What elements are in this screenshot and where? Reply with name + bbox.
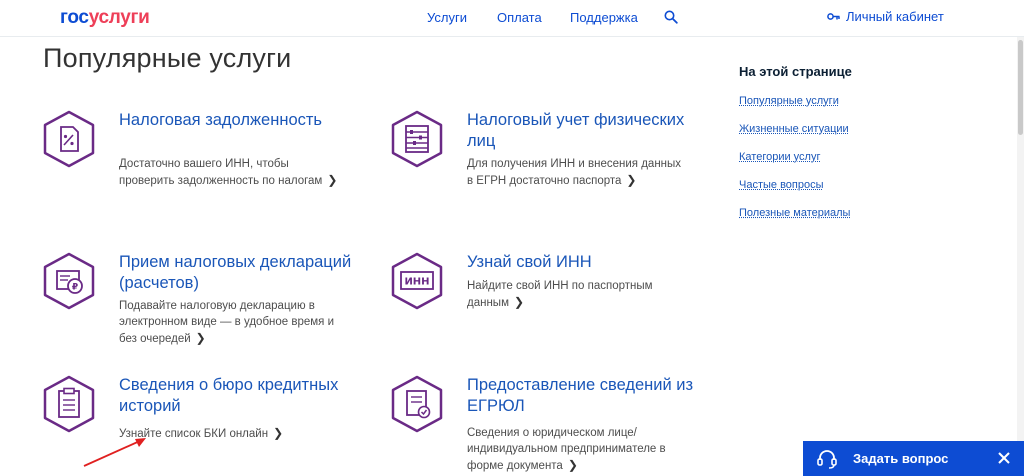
nav-payment[interactable]: Оплата — [497, 10, 542, 25]
card-description: Найдите свой ИНН по паспортным данным ❯ — [467, 278, 687, 311]
ask-question-widget[interactable]: Задать вопрос — [803, 441, 1024, 476]
card-title[interactable]: Прием налоговых деклараций (расчетов) — [119, 252, 369, 294]
chevron-right-icon: ❯ — [327, 173, 338, 187]
card-description: Сведения о юридическом лице/ индивидуаль… — [467, 425, 687, 474]
abacus-icon — [391, 110, 443, 168]
card-description-text: Достаточно вашего ИНН, чтобы проверить з… — [119, 158, 323, 187]
card-description: Для получения ИНН и внесения данных в ЕГ… — [467, 156, 687, 189]
scrollbar-thumb[interactable] — [1018, 40, 1023, 135]
nav-support[interactable]: Поддержка — [570, 10, 638, 25]
card-description-text: Подавайте налоговую декларацию в электро… — [119, 300, 335, 345]
logo-part-gos: гос — [60, 7, 89, 28]
cabinet-label: Личный кабинет — [846, 9, 944, 24]
card-title[interactable]: Сведения о бюро кредитных историй — [119, 375, 369, 417]
toc-title: На этой странице — [739, 64, 852, 79]
ruble-document-icon: ₽ — [43, 252, 95, 310]
top-header: госуслуги Услуги Оплата Поддержка Личный… — [0, 0, 1024, 37]
toc-link-categories[interactable]: Категории услуг — [739, 149, 939, 165]
card-description-text: Для получения ИНН и внесения данных в ЕГ… — [467, 158, 682, 187]
chevron-right-icon: ❯ — [567, 458, 578, 472]
toc-link-useful-materials[interactable]: Полезные материалы — [739, 205, 939, 221]
card-title[interactable]: Предоставление сведений из ЕГРЮЛ — [467, 375, 717, 417]
card-description: Подавайте налоговую декларацию в электро… — [119, 298, 339, 347]
card-description: Достаточно вашего ИНН, чтобы проверить з… — [119, 156, 339, 189]
gosuslugi-logo[interactable]: госуслуги — [60, 7, 150, 29]
clipboard-list-icon — [43, 375, 95, 433]
card-title[interactable]: Узнай свой ИНН — [467, 252, 717, 273]
page-title: Популярные услуги — [43, 43, 292, 73]
document-check-icon — [391, 375, 443, 433]
tax-percent-document-icon — [43, 110, 95, 168]
nav-services[interactable]: Услуги — [427, 10, 467, 25]
red-annotation-arrow-icon — [83, 438, 146, 467]
svg-text:₽: ₽ — [72, 283, 78, 293]
chevron-right-icon: ❯ — [195, 331, 206, 345]
ask-question-label: Задать вопрос — [853, 451, 949, 466]
card-description-text: Найдите свой ИНН по паспортным данным — [467, 280, 653, 309]
personal-cabinet-link[interactable]: Личный кабинет — [827, 9, 944, 24]
chevron-right-icon: ❯ — [626, 173, 637, 187]
close-icon[interactable] — [996, 450, 1012, 466]
toc-link-faq[interactable]: Частые вопросы — [739, 177, 939, 193]
key-icon — [827, 13, 840, 20]
inn-card-icon: ИНН — [391, 252, 443, 310]
card-title[interactable]: Налоговая задолженность — [119, 110, 369, 131]
card-description: Узнайте список БКИ онлайн ❯ — [119, 425, 339, 442]
headset-support-icon — [817, 449, 837, 469]
chevron-right-icon: ❯ — [513, 295, 525, 309]
chevron-right-icon: ❯ — [273, 426, 284, 440]
toc-link-life-situations[interactable]: Жизненные ситуации — [739, 121, 939, 137]
card-description-text: Сведения о юридическом лице/ индивидуаль… — [467, 427, 666, 472]
inn-icon-text: ИНН — [404, 277, 429, 288]
toc-link-popular-services[interactable]: Популярные услуги — [739, 93, 939, 109]
logo-part-uslugi: услуги — [88, 7, 150, 28]
on-this-page-nav: На этой странице Популярные услуги Жизне… — [739, 64, 939, 233]
card-title[interactable]: Налоговый учет физических лиц — [467, 110, 717, 152]
search-icon[interactable] — [664, 10, 678, 24]
